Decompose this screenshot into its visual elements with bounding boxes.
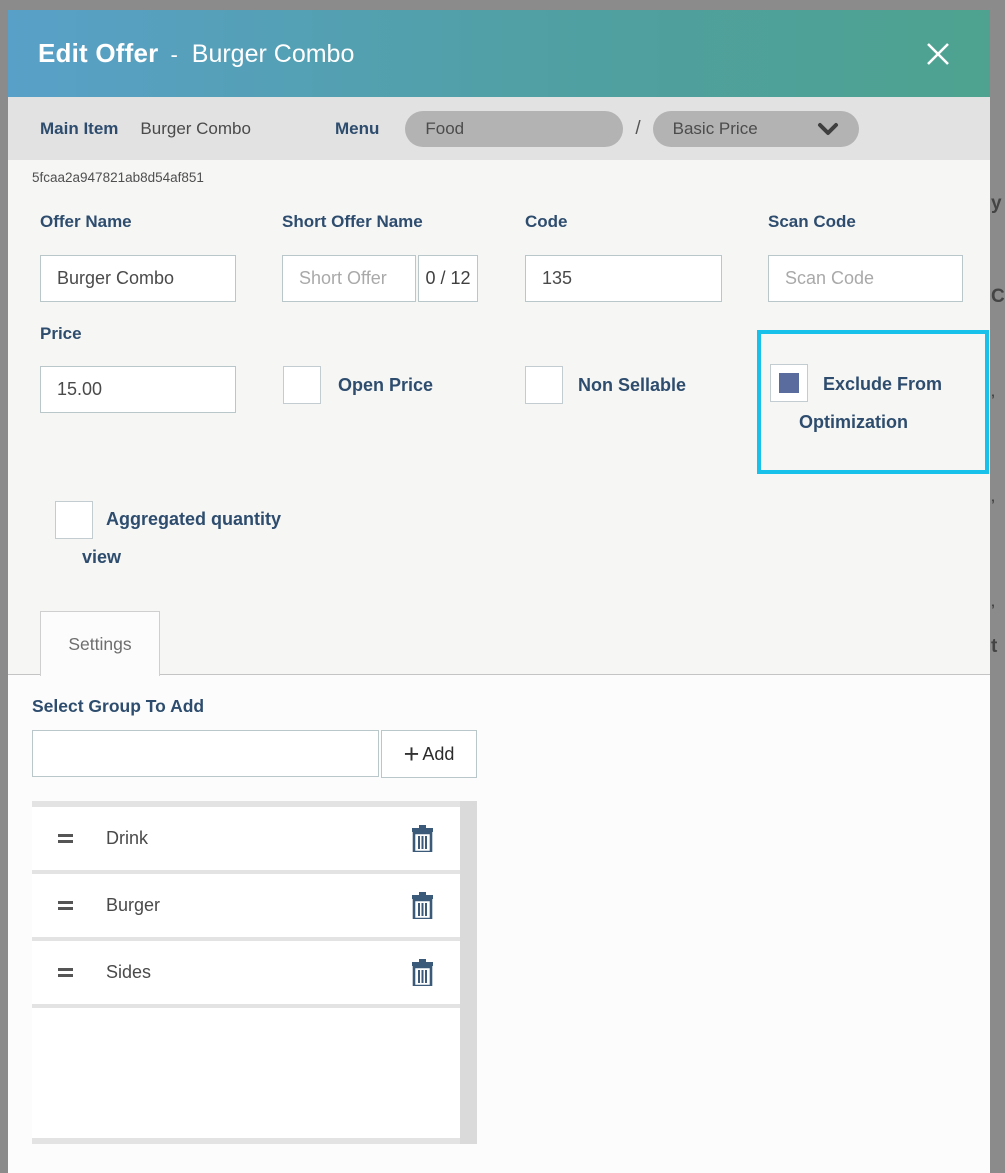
- modal-title: Edit Offer - Burger Combo: [38, 38, 354, 69]
- delete-group-button[interactable]: [411, 959, 434, 986]
- main-item-label: Main Item: [40, 119, 118, 139]
- exclude-from-optimization-label: Exclude From: [823, 374, 942, 395]
- close-icon: [921, 37, 955, 71]
- group-list-scrollbar[interactable]: [460, 801, 477, 1144]
- modal-backdrop: y C ’ ’ ’ t Edit Offer - Burger Combo Ma…: [0, 0, 1005, 1173]
- aggregated-quantity-view-label: Aggregated quantity: [106, 509, 281, 530]
- offer-name-input[interactable]: [40, 255, 236, 302]
- delete-group-button[interactable]: [411, 892, 434, 919]
- groups-section: Select Group To Add + Add Drink: [8, 676, 990, 1173]
- code-label: Code: [525, 212, 568, 232]
- menu-path-separator: /: [635, 118, 640, 140]
- background-text-fragment: y: [991, 193, 1002, 215]
- non-sellable-checkbox[interactable]: [525, 366, 563, 404]
- price-level-dropdown[interactable]: Basic Price: [653, 111, 859, 147]
- tab-settings[interactable]: Settings: [40, 611, 160, 676]
- select-group-title: Select Group To Add: [32, 696, 204, 717]
- background-text-fragment: ’: [991, 391, 995, 407]
- checkbox-checked-fill: [779, 373, 799, 393]
- trash-icon: [411, 825, 434, 852]
- group-name: Drink: [106, 828, 148, 849]
- add-group-button[interactable]: + Add: [381, 730, 477, 778]
- scan-code-label: Scan Code: [768, 212, 856, 232]
- group-list: Drink Burger: [32, 801, 477, 1144]
- menu-category-value: Food: [425, 119, 464, 139]
- chevron-down-icon: [817, 122, 839, 136]
- group-list-empty-area: [32, 1008, 460, 1138]
- exclude-from-optimization-label-line2: Optimization: [799, 412, 908, 433]
- group-name: Sides: [106, 962, 151, 983]
- background-text-fragment: ’: [991, 601, 995, 617]
- group-search-input[interactable]: [32, 730, 379, 777]
- drag-handle-icon[interactable]: [58, 965, 73, 981]
- non-sellable-label: Non Sellable: [578, 375, 686, 396]
- scan-code-input[interactable]: [768, 255, 963, 302]
- price-input[interactable]: [40, 366, 236, 413]
- group-row-burger[interactable]: Burger: [32, 874, 460, 937]
- short-offer-name-input[interactable]: [282, 255, 416, 302]
- open-price-checkbox[interactable]: [283, 366, 321, 404]
- group-name: Burger: [106, 895, 160, 916]
- background-text-fragment: t: [991, 636, 997, 658]
- modal-title-action: Edit Offer: [38, 38, 158, 69]
- short-offer-name-label: Short Offer Name: [282, 212, 423, 232]
- modal-title-separator: -: [170, 42, 177, 68]
- short-offer-char-counter: 0 / 12: [418, 255, 478, 302]
- exclude-from-optimization-checkbox[interactable]: [770, 364, 808, 402]
- main-item-value: Burger Combo: [140, 119, 251, 139]
- background-text-fragment: C: [991, 286, 1005, 308]
- exclude-from-optimization-highlight: Exclude From Optimization: [757, 330, 989, 474]
- menu-category-pill[interactable]: Food: [405, 111, 623, 147]
- modal-header: Edit Offer - Burger Combo: [8, 10, 990, 97]
- price-level-value: Basic Price: [673, 119, 758, 139]
- open-price-label: Open Price: [338, 375, 433, 396]
- drag-handle-icon[interactable]: [58, 898, 73, 914]
- offer-name-label: Offer Name: [40, 212, 132, 232]
- trash-icon: [411, 959, 434, 986]
- close-button[interactable]: [916, 32, 960, 76]
- aggregated-quantity-view-label-line2: view: [82, 547, 121, 568]
- tab-settings-label: Settings: [68, 634, 131, 655]
- aggregated-quantity-view-checkbox[interactable]: [55, 501, 93, 539]
- trash-icon: [411, 892, 434, 919]
- edit-offer-modal: Edit Offer - Burger Combo Main Item Burg…: [8, 10, 990, 1173]
- modal-title-item: Burger Combo: [192, 40, 355, 69]
- price-label: Price: [40, 324, 82, 344]
- add-group-button-label: Add: [422, 744, 454, 765]
- background-text-fragment: ’: [991, 496, 995, 512]
- group-row-sides[interactable]: Sides: [32, 941, 460, 1004]
- group-row-drink[interactable]: Drink: [32, 807, 460, 870]
- code-input[interactable]: [525, 255, 722, 302]
- record-id: 5fcaa2a947821ab8d54af851: [32, 170, 204, 185]
- offer-form: 5fcaa2a947821ab8d54af851 Offer Name Shor…: [8, 160, 990, 675]
- subheader-bar: Main Item Burger Combo Menu Food / Basic…: [8, 97, 990, 160]
- drag-handle-icon[interactable]: [58, 831, 73, 847]
- delete-group-button[interactable]: [411, 825, 434, 852]
- menu-label: Menu: [335, 119, 379, 139]
